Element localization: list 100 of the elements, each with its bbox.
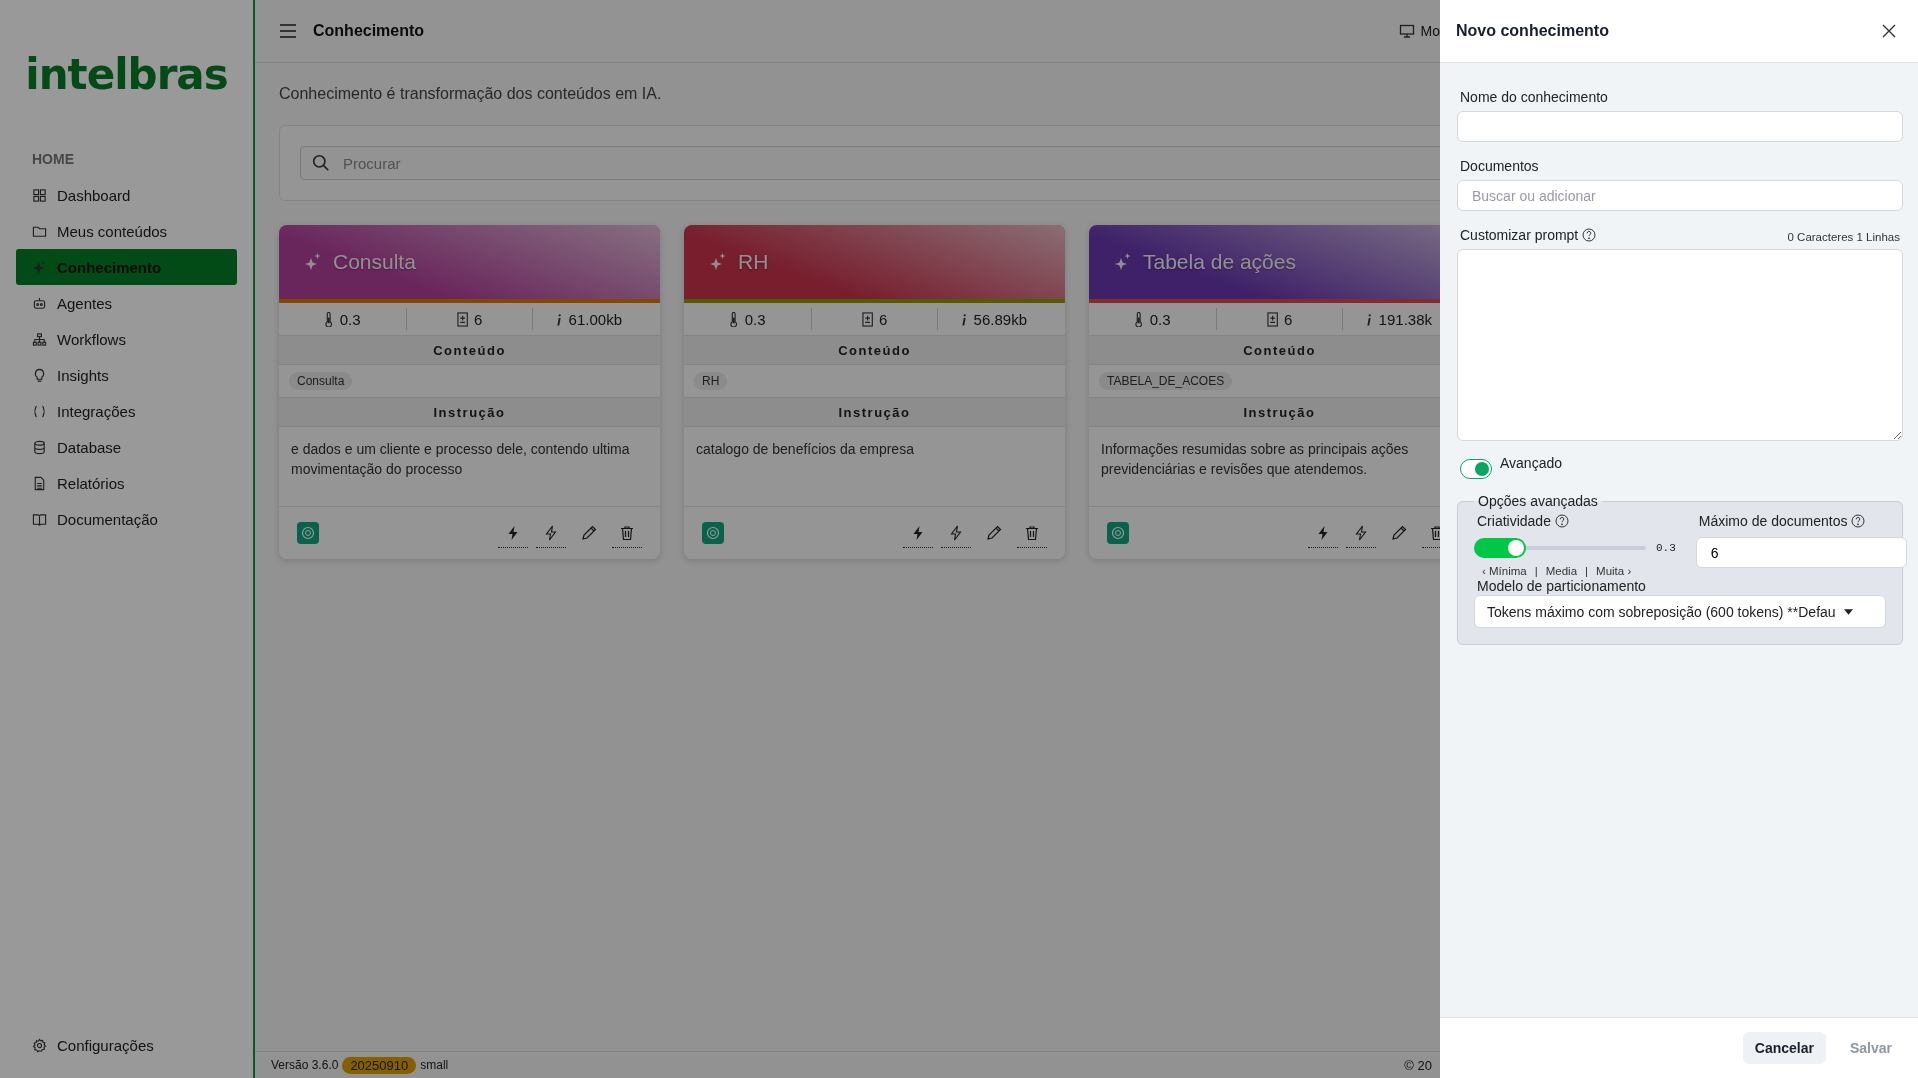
nav-icon [32,259,47,275]
section-label: Conteúdo [684,335,1065,365]
size-value: 61.00kb [568,310,622,328]
name-field[interactable] [1457,111,1903,142]
sidebar-item[interactable]: Insights [16,357,237,393]
nav-icon [32,439,47,455]
sidebar-item[interactable]: Relatórios [16,465,237,501]
max-documents-field[interactable]: 6 [1695,537,1907,568]
sidebar-item[interactable]: Agentes [16,285,237,321]
sidebar-item[interactable]: Database [16,429,237,465]
model-size-text: small [420,1058,449,1072]
character-counter: 0 Caracteres 1 Linhas [1787,231,1901,243]
section-label: Instrução [1089,397,1440,427]
trash-icon [1429,524,1440,541]
advanced-toggle[interactable] [1460,459,1492,479]
content-tag: RH [694,372,728,390]
nav-icon [32,295,47,311]
card-title: Consulta [333,250,416,274]
trash-icon [619,524,635,541]
instruction-text: catalogo de benefícios da empresa [684,427,1065,507]
bolt-icon [1353,524,1369,541]
nav-icon [32,187,47,203]
content-tag: TABELA_DE_ACOES [1099,372,1233,390]
card-title: RH [738,250,769,274]
scale-label: ‹ Mínima [1482,565,1527,577]
model-icon [1107,522,1129,544]
search-field[interactable]: Procurar [300,146,1440,180]
section-heading: HOME [32,151,75,167]
field-label: Documentos [1460,158,1540,174]
sidebar-item[interactable]: Dashboard [16,177,237,213]
search-icon [312,154,330,172]
bolt-icon [948,524,964,541]
toggle-label: Avançado [1500,455,1562,471]
prompt-field[interactable] [1457,249,1903,441]
trash-icon [1024,524,1040,541]
info-icon [555,311,563,327]
drawer-title: Novo conhecimento [1456,22,1609,40]
section-label: Instrução [279,397,660,427]
help-icon[interactable] [1851,514,1866,528]
settings-item[interactable]: Configurações [16,1030,170,1060]
sidebar-item[interactable]: Documentação [16,501,237,537]
model-icon [702,522,724,544]
thermometer-icon [729,311,739,327]
field-label: Modelo de particionamento [1477,578,1646,594]
nav-icon [32,331,47,347]
card-title: Tabela de ações [1143,250,1296,274]
field-label: Máximo de documentos [1698,513,1848,529]
bolt-icon [543,524,559,541]
pencil-icon [581,525,597,541]
document-count: 6 [473,310,483,328]
cancel-button[interactable]: Cancelar [1742,1032,1826,1064]
info-icon [1365,311,1373,327]
sidebar-item[interactable]: Integrações [16,393,237,429]
header-text[interactable]: Mo [1420,23,1440,39]
build-badge: 20250910 [342,1056,417,1074]
document-icon [1266,311,1278,327]
menu-icon[interactable] [279,24,297,38]
field-label: Nome do conhecimento [1460,89,1609,105]
model-icon [297,522,319,544]
pencil-icon [986,525,1002,541]
document-icon [861,311,873,327]
scale-label: Muita › [1596,565,1632,577]
documents-field[interactable]: Buscar ou adicionar [1457,180,1903,211]
size-value: 56.89kb [973,310,1027,328]
nav-icon [32,511,47,527]
close-icon[interactable] [1882,24,1896,38]
field-label: Criatividade [1477,513,1551,529]
slider-value: 0.3 [1656,542,1676,554]
section-label: Instrução [684,397,1065,427]
caret-icon [1843,608,1853,615]
nav-icon [32,475,47,491]
temperature-value: 0.3 [1149,310,1171,328]
panel-legend: Opções avançadas [1474,493,1602,509]
size-value: 191.38k [1378,310,1432,328]
version-text: Versão 3.6.0 [271,1058,339,1072]
help-icon[interactable] [1582,228,1597,242]
temperature-value: 0.3 [339,310,361,328]
document-icon [456,311,468,327]
sidebar-item[interactable]: Workflows [16,321,237,357]
temperature-value: 0.3 [744,310,766,328]
thermometer-icon [1134,311,1144,327]
info-icon [960,311,968,327]
sidebar-item[interactable]: Meus conteúdos [16,213,237,249]
scale-label: | [1585,565,1589,577]
nav-icon [32,403,47,419]
creativity-slider[interactable] [1474,538,1646,558]
page-subtitle: Conhecimento é transformação dos conteúdos em IA. [279,85,663,103]
scale-label: Media [1545,565,1578,577]
document-count: 6 [878,310,888,328]
brand-logo: intelbras [25,50,228,99]
document-count: 6 [1283,310,1293,328]
instruction-text: e dados e um cliente e processo dele, contendo ultima movimentação do processo [279,427,660,507]
modal-backdrop[interactable] [0,0,1440,1078]
partition-select[interactable]: Tokens máximo com sobreposição (600 tokens) **Defau [1474,595,1886,628]
page-title: Conhecimento [313,22,425,40]
content-tag: Consulta [289,372,353,390]
monitor-icon[interactable] [1398,23,1415,39]
help-icon[interactable] [1554,514,1569,528]
thermometer-icon [324,311,334,327]
scale-label: | [1534,565,1538,577]
